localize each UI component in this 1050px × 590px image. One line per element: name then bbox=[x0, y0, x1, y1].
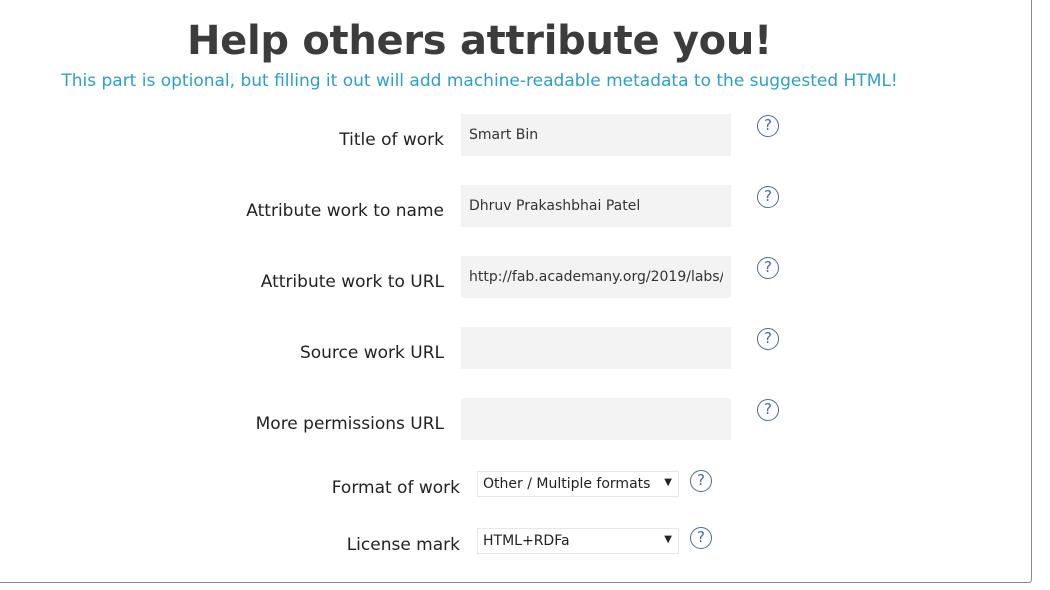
format-label: Format of work bbox=[331, 478, 460, 498]
attribute-url-input[interactable] bbox=[461, 256, 731, 298]
page-title: Help others attribute you! bbox=[187, 18, 772, 64]
license-mark-help-icon[interactable]: ? bbox=[690, 527, 712, 549]
source-url-label: Source work URL bbox=[299, 343, 444, 363]
source-url-input[interactable] bbox=[461, 327, 731, 369]
attribute-name-label: Attribute work to name bbox=[246, 201, 444, 221]
caret-down-icon: ▼ bbox=[664, 477, 672, 488]
title-of-work-input[interactable] bbox=[461, 114, 731, 156]
source-url-help-icon[interactable]: ? bbox=[757, 328, 779, 350]
format-select-value: Other / Multiple formats bbox=[483, 476, 651, 492]
permissions-url-label: More permissions URL bbox=[255, 414, 444, 434]
caret-down-icon: ▼ bbox=[664, 534, 672, 545]
permissions-url-input[interactable] bbox=[461, 398, 731, 440]
title-of-work-help-icon[interactable]: ? bbox=[757, 115, 779, 137]
attribute-name-help-icon[interactable]: ? bbox=[757, 186, 779, 208]
license-mark-label: License mark bbox=[346, 535, 460, 555]
license-mark-select[interactable]: HTML+RDFa ▼ bbox=[477, 528, 679, 554]
permissions-url-help-icon[interactable]: ? bbox=[757, 399, 779, 421]
attribute-url-label: Attribute work to URL bbox=[260, 272, 444, 292]
license-mark-select-value: HTML+RDFa bbox=[483, 533, 570, 549]
format-select[interactable]: Other / Multiple formats ▼ bbox=[477, 471, 679, 497]
attribute-url-help-icon[interactable]: ? bbox=[757, 257, 779, 279]
page-subtitle: This part is optional, but filling it ou… bbox=[61, 71, 898, 91]
title-of-work-label: Title of work bbox=[339, 130, 444, 150]
format-help-icon[interactable]: ? bbox=[690, 470, 712, 492]
attribute-name-input[interactable] bbox=[461, 185, 731, 227]
